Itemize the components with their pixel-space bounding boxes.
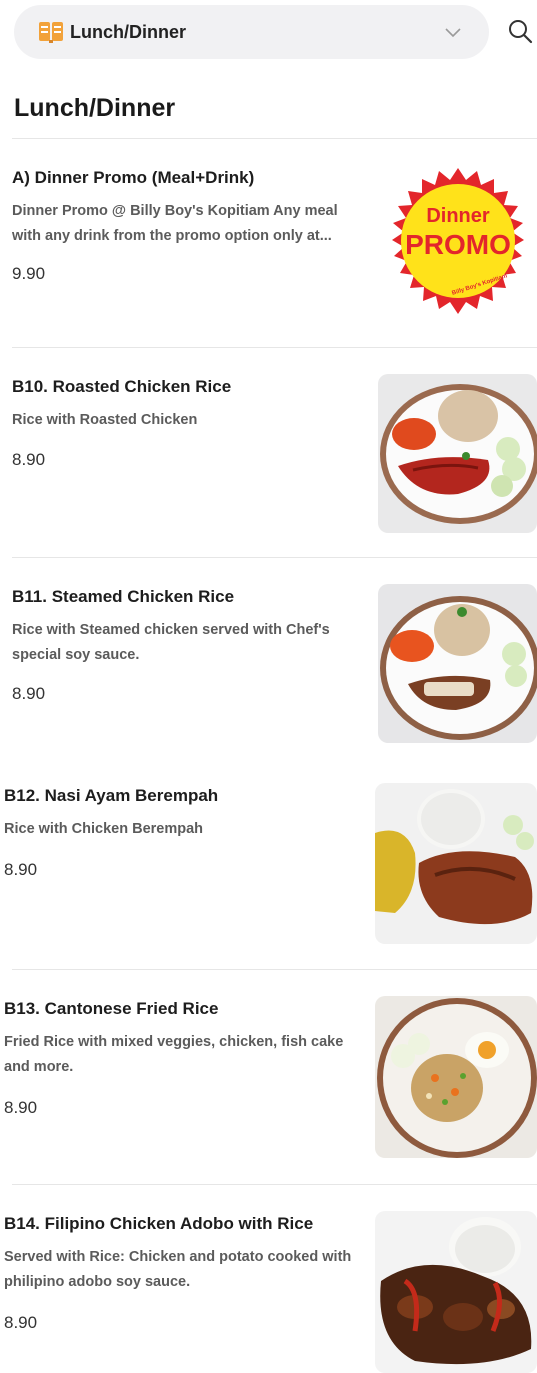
chicken-adobo-rice-image xyxy=(375,1211,537,1373)
item-description: Rice with Chicken Berempah xyxy=(4,821,204,837)
item-name: B12. Nasi Ayam Berempah xyxy=(4,786,219,805)
item-description: Fried Rice with mixed veggies, chicken, … xyxy=(4,1034,344,1075)
item-price: 8.90 xyxy=(4,1313,38,1332)
item-name: B10. Roasted Chicken Rice xyxy=(12,377,232,396)
menu-book-icon xyxy=(39,22,63,43)
roasted-chicken-rice-image xyxy=(378,374,537,533)
item-name: A) Dinner Promo (Meal+Drink) xyxy=(12,168,255,187)
section-title: Lunch/Dinner xyxy=(14,94,176,122)
divider xyxy=(12,969,537,970)
promo-line1: Dinner xyxy=(426,205,490,227)
item-price: 8.90 xyxy=(4,1098,38,1117)
promo-line2: PROMO xyxy=(405,229,511,260)
category-dropdown[interactable]: Lunch/Dinner xyxy=(14,5,489,59)
item-description: Dinner Promo @ Billy Boy's Kopitiam Any … xyxy=(12,203,338,244)
item-description: Rice with Roasted Chicken xyxy=(12,412,198,428)
divider xyxy=(12,557,537,558)
item-price: 8.90 xyxy=(12,684,46,703)
item-name: B13. Cantonese Fried Rice xyxy=(4,999,219,1018)
item-description: Served with Rice: Chicken and potato coo… xyxy=(4,1249,352,1290)
item-name: B14. Filipino Chicken Adobo with Rice xyxy=(4,1214,314,1233)
item-price: 8.90 xyxy=(4,860,38,879)
item-price: 8.90 xyxy=(12,450,46,469)
nasi-ayam-berempah-image xyxy=(375,783,537,944)
item-description: Rice with Steamed chicken served with Ch… xyxy=(12,622,330,663)
cantonese-fried-rice-image xyxy=(375,996,537,1158)
top-bar: Lunch/Dinner xyxy=(0,0,537,64)
promo-badge-image: Dinner PROMO Billy Boy's Kopitiam xyxy=(392,168,524,314)
chevron-down-icon xyxy=(445,28,461,38)
search-icon[interactable] xyxy=(507,18,533,44)
divider xyxy=(12,138,537,139)
divider xyxy=(12,347,537,348)
item-price: 9.90 xyxy=(12,264,46,283)
item-name: B11. Steamed Chicken Rice xyxy=(12,587,235,606)
category-label: Lunch/Dinner xyxy=(70,22,186,42)
divider xyxy=(12,1184,537,1185)
steamed-chicken-rice-image xyxy=(378,584,537,743)
